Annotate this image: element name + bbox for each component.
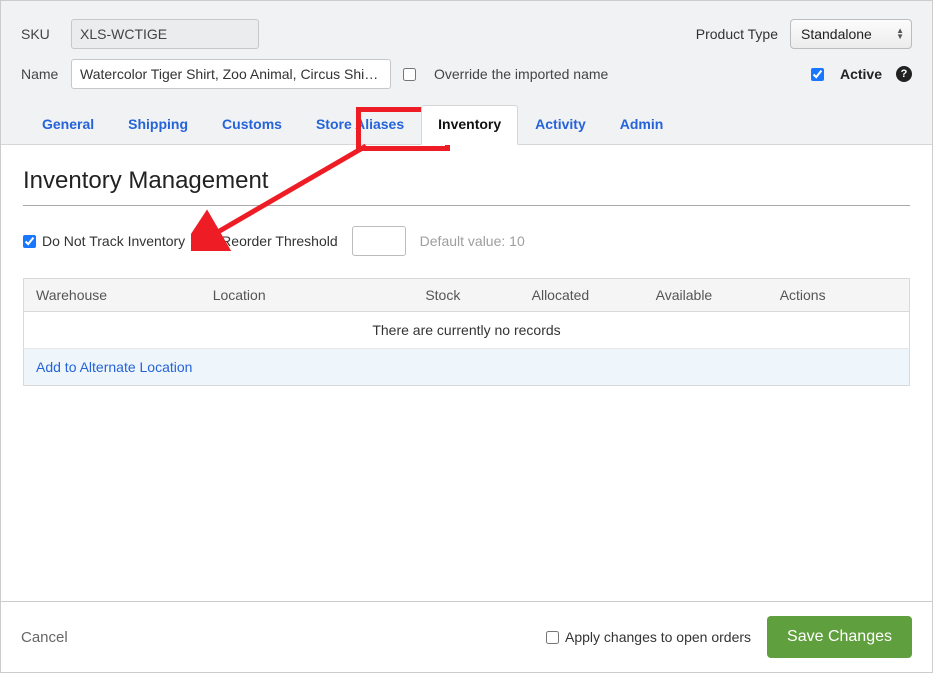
product-header-form: SKU Product Type Standalone ▲▼ Name Over…	[1, 1, 932, 144]
no-records-cell: There are currently no records	[24, 312, 910, 349]
section-title: Inventory Management	[23, 167, 910, 206]
help-icon[interactable]: ?	[896, 66, 912, 82]
override-name-label: Override the imported name	[434, 66, 608, 82]
override-name-checkbox[interactable]	[403, 68, 416, 81]
reorder-group: Reorder Threshold Default value: 10	[221, 226, 525, 256]
tab-store-aliases[interactable]: Store Aliases	[299, 105, 421, 144]
tab-admin[interactable]: Admin	[603, 105, 681, 144]
product-type-group: Product Type Standalone ▲▼	[696, 19, 912, 49]
product-type-label: Product Type	[696, 26, 778, 42]
table-header-row: Warehouse Location Stock Allocated Avail…	[24, 279, 910, 312]
dont-track-group: Do Not Track Inventory	[23, 233, 185, 249]
add-alternate-location-link[interactable]: Add to Alternate Location	[24, 349, 910, 386]
tab-activity[interactable]: Activity	[518, 105, 603, 144]
save-button[interactable]: Save Changes	[767, 616, 912, 658]
tab-inventory[interactable]: Inventory	[421, 105, 518, 145]
do-not-track-label: Do Not Track Inventory	[42, 233, 185, 249]
reorder-default-text: Default value: 10	[420, 233, 525, 249]
col-allocated: Allocated	[520, 279, 644, 312]
add-alternate-location-row[interactable]: Add to Alternate Location	[24, 349, 910, 386]
apply-open-orders-label: Apply changes to open orders	[565, 629, 751, 645]
no-records-row: There are currently no records	[24, 312, 910, 349]
reorder-threshold-label: Reorder Threshold	[221, 233, 337, 249]
col-warehouse: Warehouse	[24, 279, 201, 312]
product-type-select[interactable]: Standalone	[790, 19, 912, 49]
name-input[interactable]	[71, 59, 391, 89]
reorder-threshold-input[interactable]	[352, 226, 406, 256]
inventory-locations-table: Warehouse Location Stock Allocated Avail…	[23, 278, 910, 386]
active-label: Active	[840, 66, 882, 82]
name-label: Name	[21, 66, 59, 82]
tab-shipping[interactable]: Shipping	[111, 105, 205, 144]
product-editor: SKU Product Type Standalone ▲▼ Name Over…	[0, 0, 933, 673]
inventory-tab-content: Inventory Management Do Not Track Invent…	[1, 144, 932, 601]
col-location: Location	[201, 279, 414, 312]
footer-bar: Cancel Apply changes to open orders Save…	[1, 601, 932, 672]
active-group: Active ?	[811, 66, 912, 82]
tab-customs[interactable]: Customs	[205, 105, 299, 144]
cancel-button[interactable]: Cancel	[21, 629, 68, 646]
active-checkbox[interactable]	[811, 68, 824, 81]
sku-label: SKU	[21, 26, 59, 42]
row-sku-producttype: SKU Product Type Standalone ▲▼	[21, 19, 912, 49]
inventory-controls: Do Not Track Inventory Reorder Threshold…	[23, 226, 910, 256]
sku-input[interactable]	[71, 19, 259, 49]
row-name-active: Name Override the imported name Active ?	[21, 59, 912, 89]
do-not-track-checkbox[interactable]	[23, 235, 36, 248]
product-type-select-wrap: Standalone ▲▼	[790, 19, 912, 49]
col-actions: Actions	[768, 279, 910, 312]
col-stock: Stock	[413, 279, 519, 312]
tab-general[interactable]: General	[25, 105, 111, 144]
product-tabs: General Shipping Customs Store Aliases I…	[21, 105, 912, 144]
col-available: Available	[644, 279, 768, 312]
apply-open-orders-checkbox[interactable]	[546, 631, 559, 644]
